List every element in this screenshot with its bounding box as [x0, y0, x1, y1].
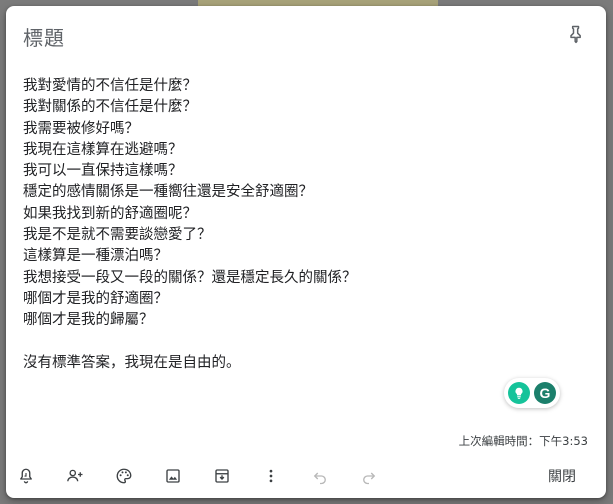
palette-icon: [116, 468, 132, 484]
note-line: 哪個才是我的舒適圈？: [23, 290, 168, 307]
note-line: 沒有標準答案，我現在是自由的。: [23, 354, 241, 371]
writing-assistant-widget: G: [504, 378, 560, 408]
note-line: 我現在這樣算在逃避嗎？: [23, 141, 183, 158]
note-title-input[interactable]: 標題: [23, 22, 65, 51]
close-button[interactable]: 關閉: [548, 466, 576, 486]
redo-icon: [363, 472, 376, 485]
note-line: 我是不是就不需要談戀愛了？: [23, 227, 212, 244]
note-line: 我對愛情的不信任是什麼？: [23, 78, 197, 94]
add-image-button[interactable]: [161, 464, 185, 488]
archive-button[interactable]: [210, 464, 234, 488]
note-line: 我需要被修好嗎？: [23, 120, 139, 137]
pin-note-button[interactable]: [564, 22, 588, 46]
note-body-text[interactable]: 我對愛情的不信任是什麼？ 我對關係的不信任是什麼？ 我需要被修好嗎？ 我現在這樣…: [23, 76, 583, 374]
grammarly-logo: G: [539, 385, 551, 401]
archive-icon: [215, 469, 229, 483]
more-options-button[interactable]: [259, 464, 283, 488]
undo-button[interactable]: [308, 464, 332, 488]
image-icon: [166, 469, 180, 483]
remind-me-button[interactable]: [14, 464, 38, 488]
collaborator-icon: [67, 469, 83, 482]
note-line: 我對關係的不信任是什麼？: [23, 99, 197, 116]
note-line: 這樣算是一種漂泊嗎？: [23, 248, 168, 265]
lightbulb-icon: [515, 387, 523, 399]
note-line: 我可以一直保持這樣嗎？: [23, 163, 183, 180]
last-edited-timestamp: 上次編輯時間：下午3:53: [458, 434, 588, 448]
pin-icon: [570, 25, 581, 44]
note-line: 穩定的感情關係是一種嚮往還是安全舒適圈？: [23, 184, 313, 201]
undo-icon: [313, 472, 326, 485]
note-line: 哪個才是我的歸屬？: [23, 312, 154, 329]
note-line-blank: [23, 332, 583, 353]
redo-button[interactable]: [357, 464, 381, 488]
grammarly-button[interactable]: G: [534, 382, 556, 404]
collaborator-button[interactable]: [63, 464, 87, 488]
note-line: 如果我找到新的舒適圈呢？: [23, 205, 197, 222]
suggestion-button[interactable]: [508, 382, 530, 404]
note-toolbar: [14, 464, 406, 488]
note-line: 我想接受一段又一段的關係？還是穩定長久的關係？: [23, 269, 357, 286]
more-vert-icon: [269, 469, 273, 483]
background-options-button[interactable]: [112, 464, 136, 488]
note-editor-dialog: 標題 我對愛情的不信任是什麼？ 我對關係的不信任是什麼？ 我需要被修好嗎？ 我現…: [6, 6, 606, 498]
reminder-bell-icon: [20, 468, 32, 484]
